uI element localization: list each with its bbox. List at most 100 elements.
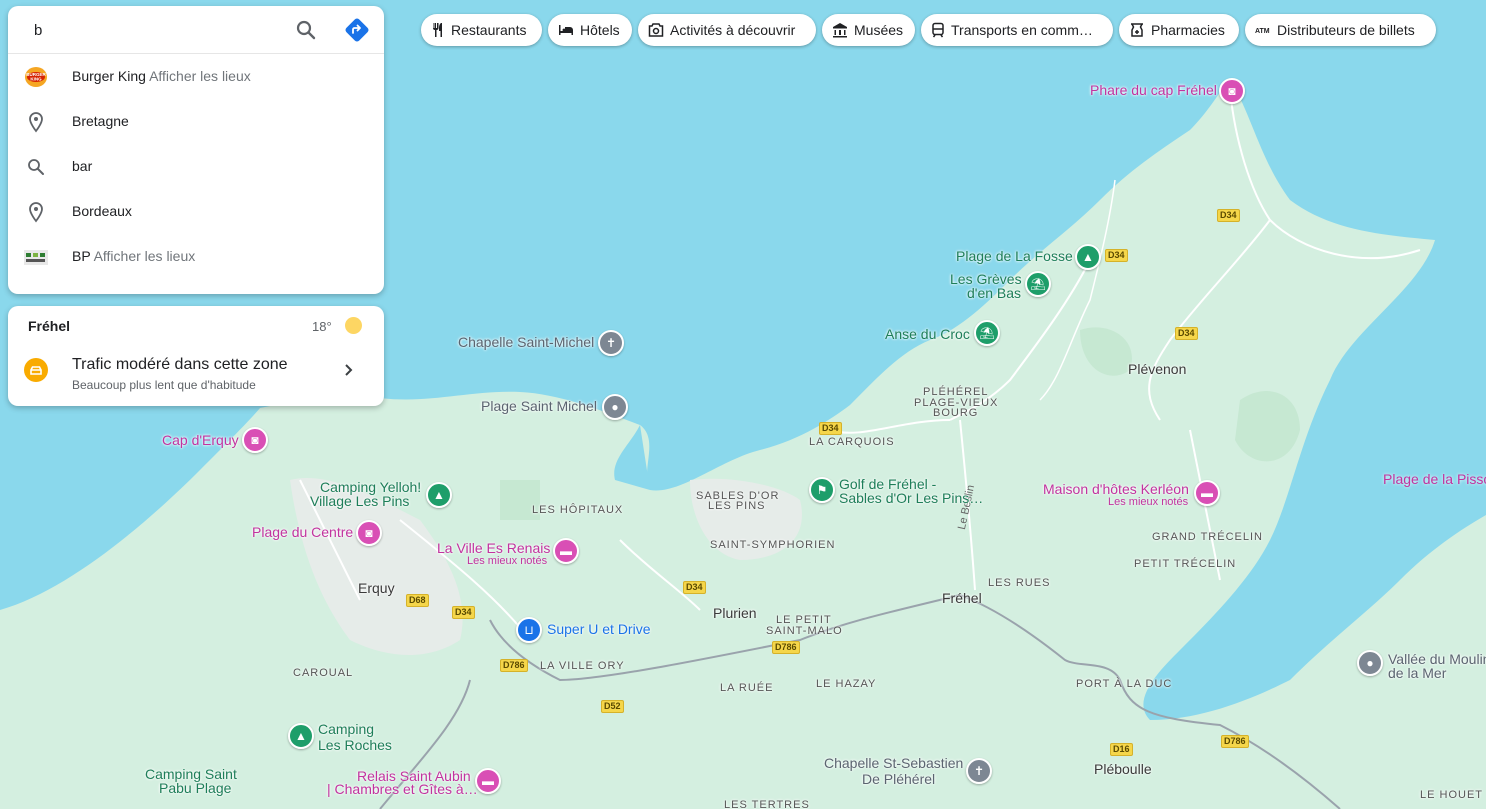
village-label: Bourg <box>933 407 979 419</box>
poi-label[interactable]: Plage Saint Michel <box>481 399 597 413</box>
town-label: Fréhel <box>942 590 982 606</box>
suggestion-item[interactable]: Bretagne <box>8 99 384 144</box>
chip-pharmacies[interactable]: Pharmacies <box>1119 14 1239 46</box>
poi-label[interactable]: Village Les Pins <box>310 494 409 508</box>
tent-pin-icon[interactable]: ▲ <box>288 723 314 749</box>
poi-label[interactable]: d'en Bas <box>967 286 1021 300</box>
poi-label[interactable]: Plage du Centre <box>252 525 353 539</box>
search-panel: BURGERKING Burger King Afficher les lieu… <box>8 6 384 294</box>
dot-pin-icon[interactable]: ● <box>602 394 628 420</box>
village-label: Saint-Symphorien <box>710 539 836 551</box>
suggestion-match: B <box>72 248 82 264</box>
restaurant-icon <box>433 23 442 37</box>
directions-icon[interactable] <box>344 17 370 43</box>
town-label: Erquy <box>358 580 395 596</box>
poi-label[interactable]: Plage de la Pisso <box>1383 472 1486 486</box>
svg-text:KING: KING <box>30 77 42 82</box>
road-shield: D34 <box>1175 327 1198 340</box>
poi-sub-label: Les mieux notés <box>1108 496 1189 508</box>
svg-text:ATM: ATM <box>1255 28 1270 35</box>
poi-label[interactable]: Anse du Croc <box>885 327 970 341</box>
chip-label: Musées <box>854 22 904 38</box>
atm-icon: ATM <box>1255 28 1270 35</box>
poi-label[interactable]: Camping <box>318 722 374 736</box>
poi-label[interactable]: Golf de Fréhel - <box>839 477 936 491</box>
village-label: Grand Trécelin <box>1152 531 1263 543</box>
search-icon[interactable] <box>294 18 318 42</box>
chip-transit[interactable]: Transports en comm… <box>921 14 1113 46</box>
museum-icon <box>833 23 847 38</box>
suggestion-match: B <box>72 113 82 129</box>
poi-label[interactable]: De Pléhérel <box>862 772 935 786</box>
chevron-right-icon[interactable] <box>340 362 356 378</box>
car-traffic-icon <box>24 358 48 382</box>
beach-pin-icon[interactable]: ⛱ <box>1025 271 1051 297</box>
poi-label[interactable]: Chapelle Saint-Michel <box>458 335 594 349</box>
golf-pin-icon[interactable]: ⚑ <box>809 477 835 503</box>
cross-pin-icon[interactable]: ✝ <box>966 758 992 784</box>
village-label: Petit Trécelin <box>1134 558 1237 570</box>
suggestion-match: B <box>72 203 82 219</box>
chip-label: Restaurants <box>451 22 527 38</box>
search-icon <box>28 159 44 175</box>
poi-label[interactable]: Pabu Plage <box>159 781 231 795</box>
village-label: La Carquois <box>809 436 895 448</box>
poi-label[interactable]: Les Roches <box>318 738 392 752</box>
poi-label[interactable]: Phare du cap Fréhel <box>1090 83 1217 97</box>
chip-activities[interactable]: Activités à découvrir <box>638 14 816 46</box>
suggestion-item[interactable]: Bordeaux <box>8 189 384 234</box>
cross-pin-icon[interactable]: ✝ <box>598 330 624 356</box>
poi-label[interactable]: de la Mer <box>1388 666 1446 680</box>
poi-label[interactable]: Vallée du Moulin <box>1388 652 1486 666</box>
suggestion-text: ordeaux <box>81 203 132 219</box>
suggestion-item[interactable]: BURGER KING Burger King Afficher les lieu… <box>8 54 384 99</box>
poi-label[interactable]: | Chambres et Gîtes à… <box>327 782 478 796</box>
poi-label[interactable]: Camping Saint <box>145 767 237 781</box>
poi-label[interactable]: Camping Yelloh! <box>320 480 421 494</box>
poi-label[interactable]: Super U et Drive <box>547 622 650 636</box>
dot-pin-icon[interactable]: ● <box>1357 650 1383 676</box>
village-label: Caroual <box>293 667 354 679</box>
road-shield: D34 <box>452 606 475 619</box>
chip-museums[interactable]: Musées <box>822 14 915 46</box>
traffic-subtitle: Beaucoup plus lent que d'habitude <box>72 378 256 392</box>
suggestion-text: urger King <box>81 68 146 84</box>
village-label: Saint-Malo <box>766 625 843 637</box>
cart-pin-icon[interactable]: ⊔ <box>516 617 542 643</box>
poi-label[interactable]: Les Grèves <box>950 272 1022 286</box>
chip-atm[interactable]: ATM Distributeurs de billets <box>1245 14 1436 46</box>
camera-pin-icon[interactable]: ◙ <box>1219 78 1245 104</box>
poi-label[interactable]: La Ville Es Renais <box>437 541 550 555</box>
poi-label[interactable]: Maison d'hôtes Kerléon <box>1043 482 1189 496</box>
traffic-card[interactable]: Fréhel 18° Trafic modéré dans cette zone… <box>8 306 384 406</box>
suggestion-text: retagne <box>81 113 129 129</box>
bed-pin-icon[interactable]: ▬ <box>553 538 579 564</box>
poi-label[interactable]: Plage de La Fosse <box>956 249 1073 263</box>
chip-label: Pharmacies <box>1151 22 1225 38</box>
road-shield: D16 <box>1110 743 1133 756</box>
poi-label[interactable]: Cap d'Erquy <box>162 433 239 447</box>
search-input[interactable] <box>32 18 286 42</box>
camera-pin-icon[interactable]: ◙ <box>356 520 382 546</box>
chip-restaurants[interactable]: Restaurants <box>421 14 542 46</box>
camera-pin-icon[interactable]: ◙ <box>242 427 268 453</box>
chip-label: Activités à découvrir <box>670 22 796 38</box>
suggestion-item[interactable]: BP Afficher les lieux <box>8 234 384 279</box>
road-shield: D786 <box>500 659 528 672</box>
tree-pin-icon[interactable]: ▲ <box>1075 244 1101 270</box>
suggestion-item[interactable]: bar <box>8 144 384 189</box>
poi-label[interactable]: Chapelle St-Sebastien <box>824 756 963 770</box>
bed-pin-icon[interactable]: ▬ <box>475 768 501 794</box>
beach-pin-icon[interactable]: ⛱ <box>974 320 1000 346</box>
poi-label[interactable]: Sables d'Or Les Pins… <box>839 491 983 505</box>
place-pin-icon <box>29 112 43 133</box>
tent-pin-icon[interactable]: ▲ <box>426 482 452 508</box>
chip-hotels[interactable]: Hôtels <box>548 14 632 46</box>
village-label: les Pins <box>708 500 766 512</box>
poi-sub-label: Les mieux notés <box>467 555 548 567</box>
village-label: Le Houet <box>1420 789 1484 801</box>
temperature: 18° <box>312 319 332 334</box>
road-shield: D786 <box>1221 735 1249 748</box>
bed-pin-icon[interactable]: ▬ <box>1194 480 1220 506</box>
bp-logo <box>24 250 48 265</box>
